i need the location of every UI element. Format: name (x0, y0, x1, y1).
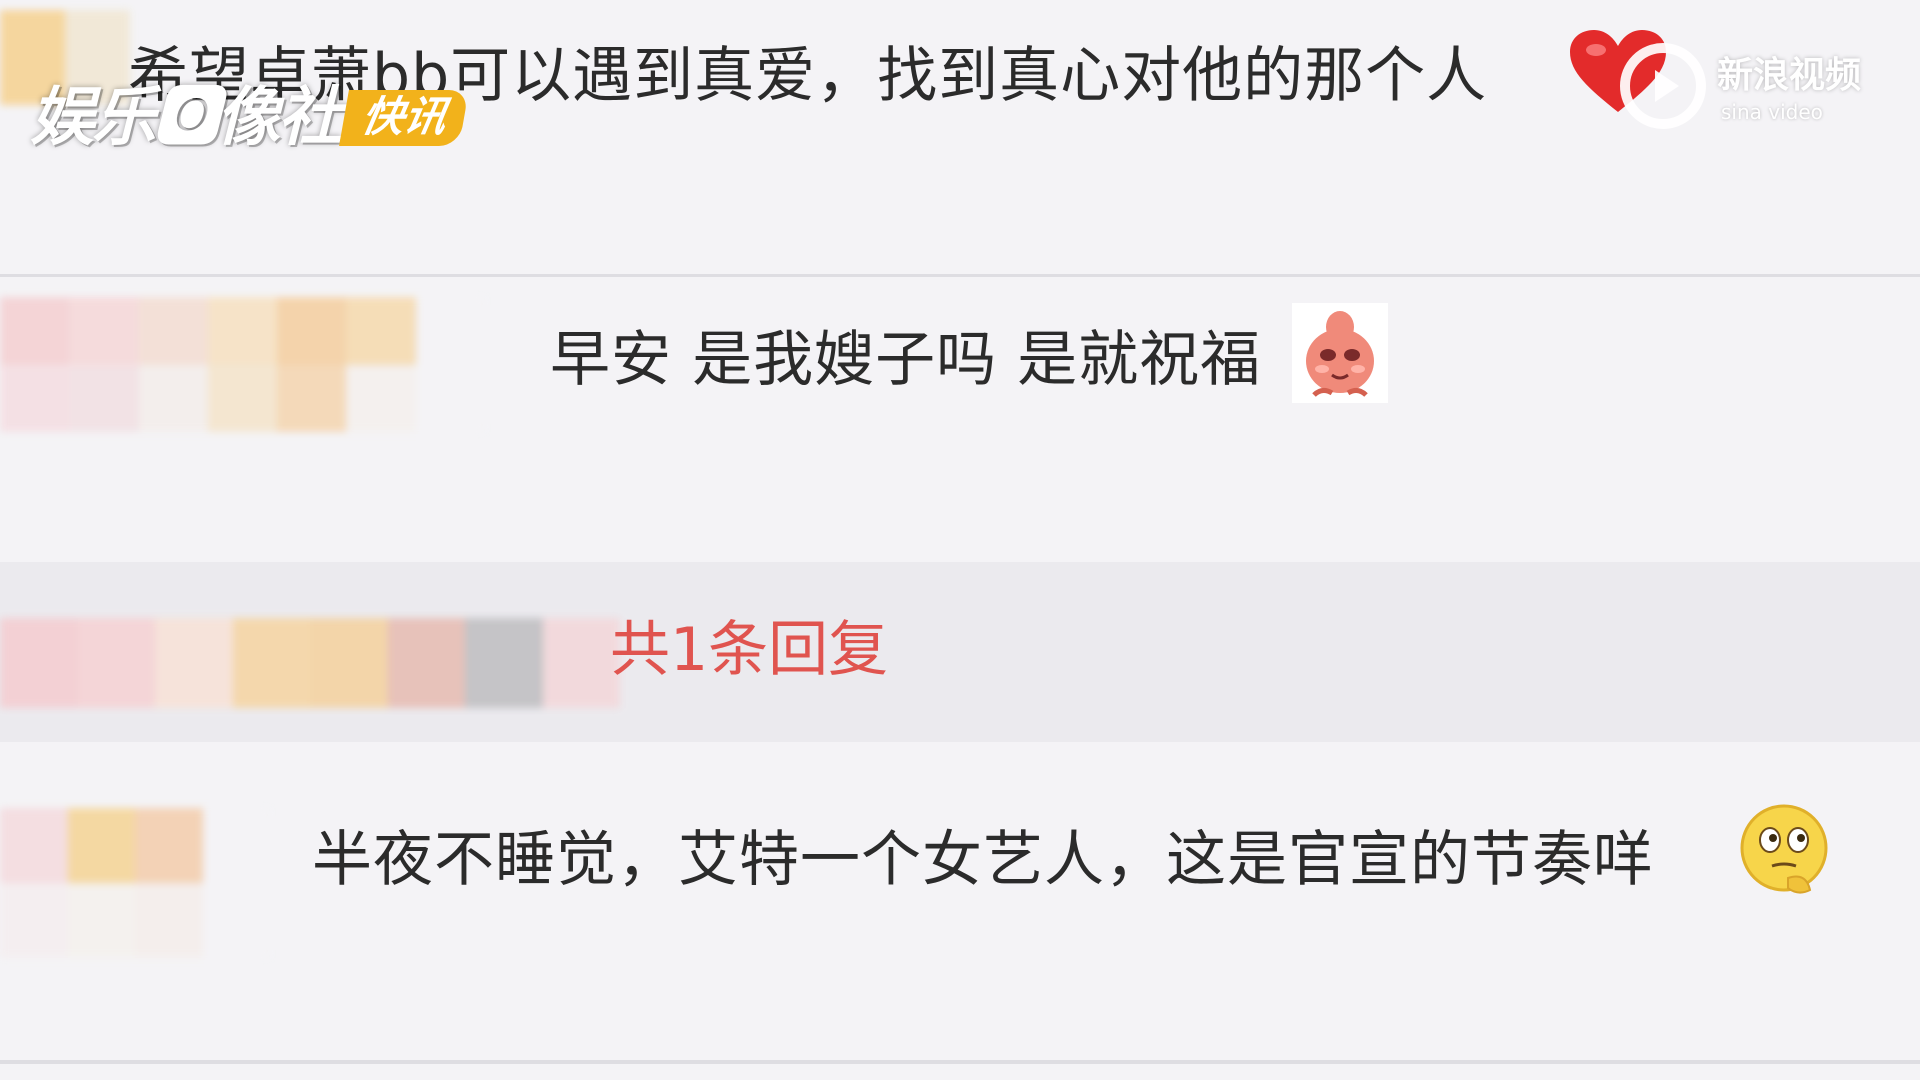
entertainment-brand-watermark: 娱乐🅾像社 快讯 (30, 78, 469, 158)
thinking-face-emoji-icon (1740, 804, 1828, 894)
brand-title: 娱乐🅾像社 (30, 81, 342, 155)
reply-username-mosaic (0, 618, 620, 708)
comment-text: 半夜不睡觉，艾特一个女艺人，这是官宣的节奏咩 (312, 825, 1654, 895)
sina-video-watermark: 新浪视频 sina video (1615, 38, 1915, 129)
sina-video-title: 新浪视频 (1717, 55, 1862, 96)
sina-video-subtitle: sina video (1721, 100, 1823, 124)
comment-divider (0, 1060, 1920, 1064)
news-flash-badge: 快讯 (339, 90, 469, 146)
view-replies-link[interactable]: 共1条回复 (610, 620, 888, 680)
avatar-mosaic (0, 808, 270, 958)
comment-item: 半夜不睡觉，艾特一个女艺人，这是官宣的节奏咩 (0, 742, 1920, 1060)
comment-item: 早安 是我嫂子吗 是就祝福 (0, 277, 1920, 562)
comment-text: 早安 是我嫂子吗 是就祝福 (550, 325, 1262, 395)
sina-video-logo-icon (1620, 43, 1706, 129)
avatar-username-mosaic (0, 297, 485, 432)
screen: 希望卓萧bb可以遇到真爱，找到真心对他的那个人 早安 是我嫂子吗 是就祝福 共1… (0, 0, 1920, 1080)
shy-pink-blob-emoji-icon (1292, 303, 1388, 403)
